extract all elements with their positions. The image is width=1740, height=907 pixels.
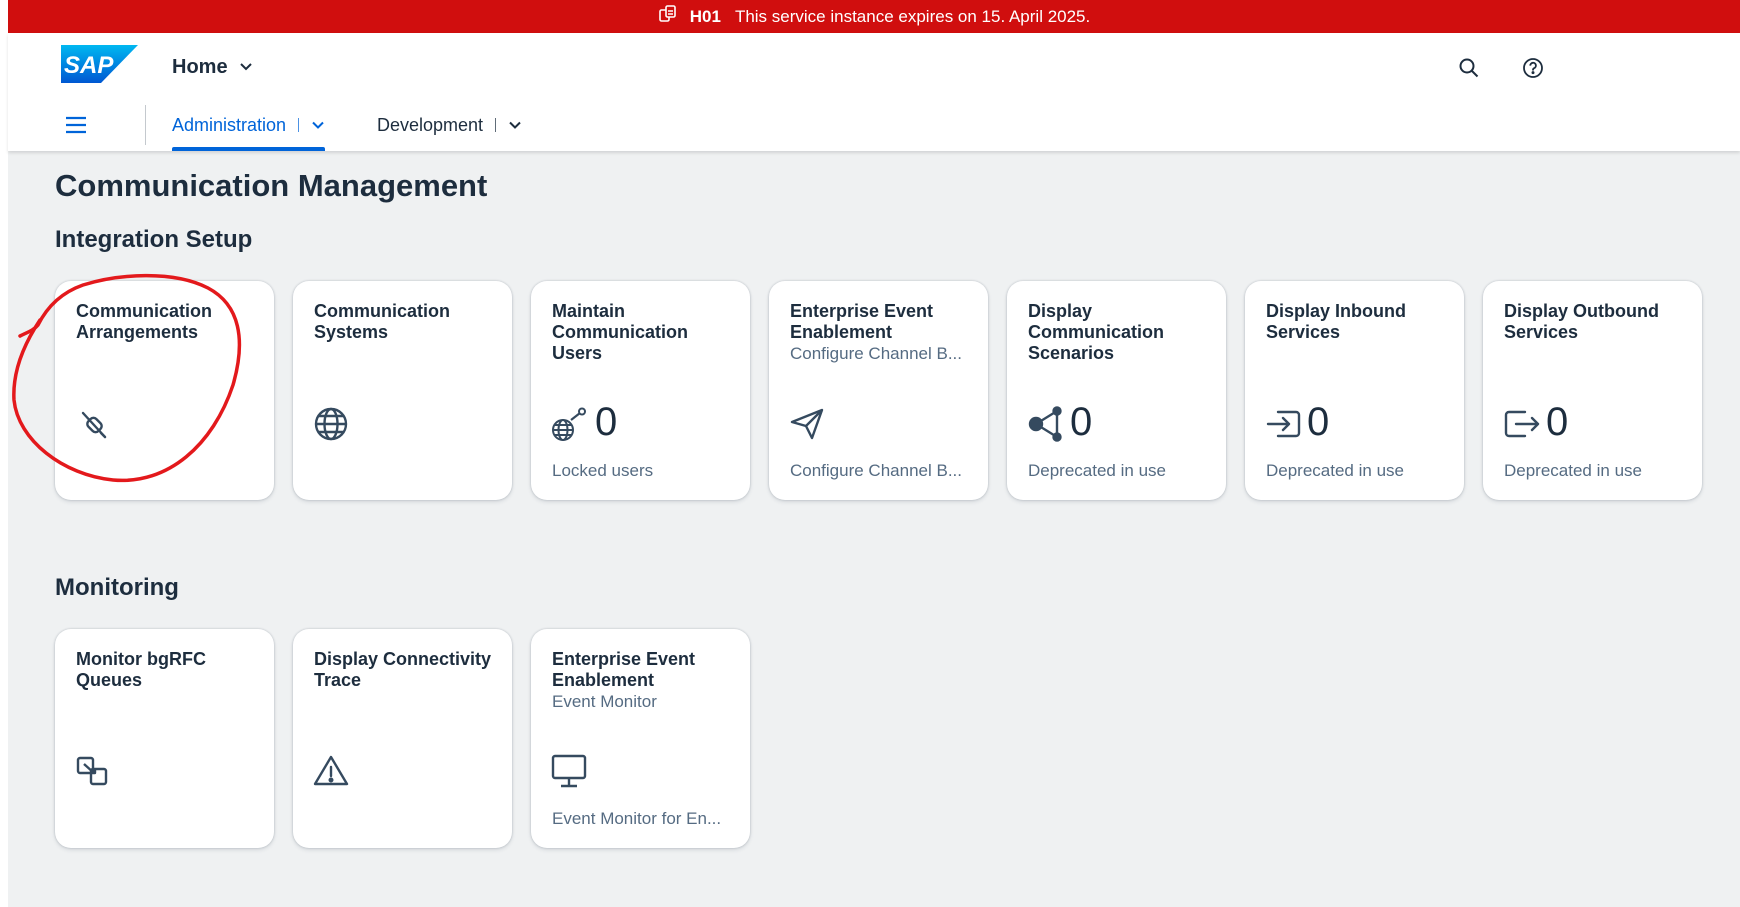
section-title-integration-setup: Integration Setup (55, 226, 253, 253)
tile-communication-arrangements[interactable]: Communication Arrangements (55, 281, 274, 500)
warning-icon (313, 753, 351, 791)
tab-administration-label: Administration (172, 114, 287, 135)
tile-footer: Deprecated in use (1504, 461, 1642, 480)
tile-title: Communication Arrangements (76, 301, 213, 342)
tile-title: Display Connectivity Trace (314, 649, 492, 690)
tile-monitor-bgrfc-queues[interactable]: Monitor bgRFC Queues (55, 629, 274, 848)
trial-expiry-banner: H01 This service instance expires on 15.… (8, 0, 1740, 33)
tile-title: Display Inbound Services (1266, 301, 1407, 342)
page-title: Communication Management (55, 168, 488, 203)
tile-kpi-value: 0 (595, 400, 618, 444)
tab-separator (298, 118, 300, 132)
home-label: Home (172, 55, 228, 78)
paper-plane-icon (789, 405, 827, 443)
system-id: H01 (689, 6, 721, 26)
sap-logo-text: SAP (64, 52, 114, 79)
hamburger-menu-button[interactable] (58, 107, 94, 143)
tile-kpi-value: 0 (1307, 400, 1330, 444)
expiry-message: This service instance expires on 15. Apr… (734, 6, 1091, 26)
tile-footer: Deprecated in use (1028, 461, 1166, 480)
outbound-icon (1503, 405, 1541, 443)
tile-footer: Locked users (552, 461, 654, 480)
help-button[interactable] (1515, 50, 1551, 86)
tile-title: Monitor bgRFC Queues (76, 649, 206, 690)
tile-enterprise-event-enablement-monitor[interactable]: Enterprise Event Enablement Event Monito… (531, 629, 750, 848)
monitor-icon (551, 753, 589, 791)
search-icon (1459, 58, 1479, 78)
queue-icon (75, 753, 113, 791)
home-menu-button[interactable]: Home (172, 52, 254, 82)
tile-subtitle: Configure Channel B... (790, 344, 962, 363)
disconnected-icon (75, 405, 113, 443)
section-title-monitoring: Monitoring (55, 574, 179, 601)
tile-display-inbound-services[interactable]: Display Inbound Services 0 Deprecated in… (1245, 281, 1464, 500)
tile-title: Enterprise Event Enablement (552, 649, 696, 690)
globe-icon (313, 405, 351, 443)
tile-display-communication-scenarios[interactable]: Display Communication Scenarios 0 Deprec… (1007, 281, 1226, 500)
tile-subtitle: Event Monitor (552, 692, 657, 711)
tile-display-connectivity-trace[interactable]: Display Connectivity Trace (293, 629, 512, 848)
tile-title: Maintain Communication Users (552, 301, 689, 363)
tile-display-outbound-services[interactable]: Display Outbound Services 0 Deprecated i… (1483, 281, 1702, 500)
tile-maintain-communication-users[interactable]: Maintain Communication Users 0 Locked us… (531, 281, 750, 500)
tile-kpi-value: 0 (1546, 400, 1569, 444)
tile-title: Display Communication Scenarios (1028, 301, 1165, 363)
hamburger-icon (66, 116, 86, 134)
tile-footer: Configure Channel B... (790, 461, 962, 480)
sap-logo[interactable]: SAP (61, 45, 138, 83)
chevron-down-icon (239, 63, 252, 71)
tile-footer: Event Monitor for En... (552, 809, 722, 828)
shell-bar: SAP Home Administration Development (8, 33, 1740, 151)
tab-administration[interactable]: Administration (172, 99, 326, 151)
search-button[interactable] (1451, 50, 1487, 86)
tile-communication-systems[interactable]: Communication Systems (293, 281, 512, 500)
tile-enterprise-event-enablement-config[interactable]: Enterprise Event Enablement Configure Ch… (769, 281, 988, 500)
tile-kpi-value: 0 (1070, 400, 1093, 444)
app-background: H01 This service instance expires on 15.… (8, 0, 1740, 907)
tab-development[interactable]: Development (377, 99, 522, 151)
help-icon (1523, 58, 1543, 78)
share-network-icon (1027, 405, 1065, 443)
user-globe-icon (551, 405, 589, 443)
nav-divider (145, 105, 146, 145)
tile-footer: Deprecated in use (1266, 461, 1404, 480)
tile-title: Enterprise Event Enablement (790, 301, 934, 342)
tab-separator (495, 118, 497, 132)
chevron-down-icon[interactable] (508, 118, 522, 132)
chevron-down-icon[interactable] (311, 118, 325, 132)
tile-title: Communication Systems (314, 301, 451, 342)
tile-title: Display Outbound Services (1504, 301, 1659, 342)
copy-icon[interactable] (658, 4, 678, 29)
tab-development-label: Development (377, 114, 484, 135)
inbound-icon (1265, 405, 1303, 443)
